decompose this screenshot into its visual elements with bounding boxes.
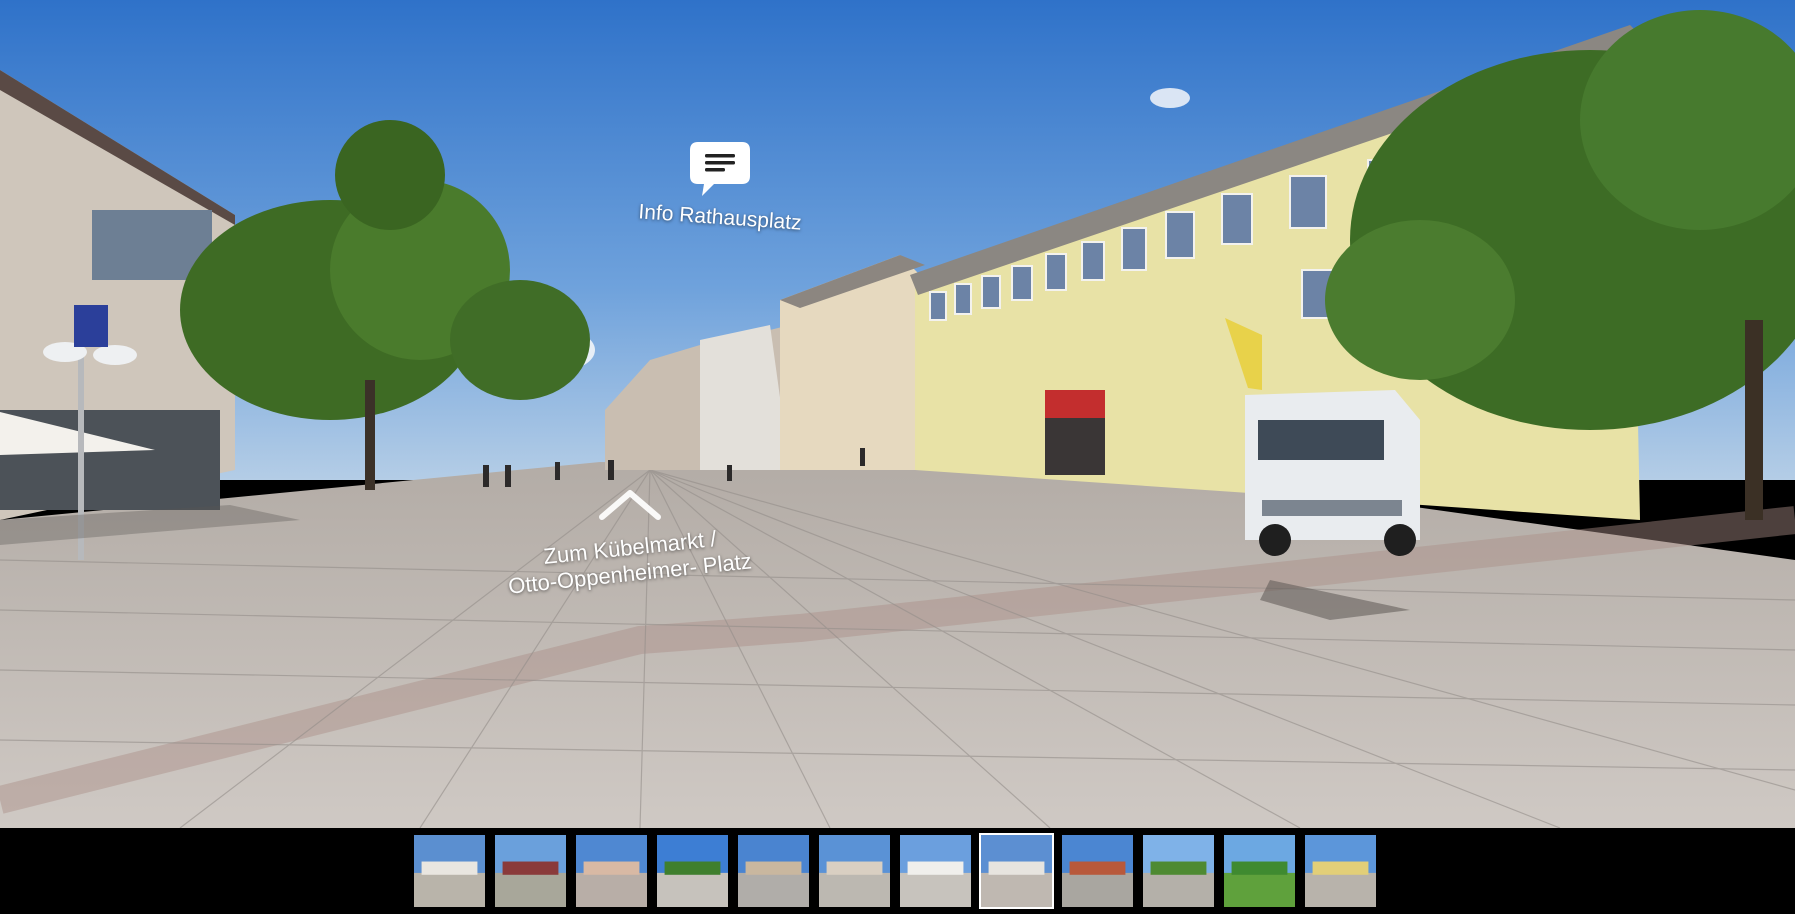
- chevron-up-icon: [599, 490, 661, 520]
- speech-bubble-icon: [690, 142, 750, 196]
- thumbnail-image: [738, 835, 809, 907]
- thumbnail-image: [576, 835, 647, 907]
- thumbnail-image: [495, 835, 566, 907]
- scene-thumbnail-11[interactable]: [1222, 833, 1297, 909]
- scene-thumbnail-5[interactable]: [736, 833, 811, 909]
- thumbnail-image: [657, 835, 728, 907]
- scene-thumbnail-3[interactable]: [574, 833, 649, 909]
- thumbnail-image: [1062, 835, 1133, 907]
- thumbnail-image: [900, 835, 971, 907]
- panorama-scene: [0, 0, 1795, 828]
- navigation-hotspot[interactable]: Zum Kübelmarkt / Otto-Oppenheimer- Platz: [470, 485, 790, 599]
- scene-thumbnail-4[interactable]: [655, 833, 730, 909]
- panorama-viewer[interactable]: Info Rathausplatz Zum Kübelmarkt / Otto-…: [0, 0, 1795, 828]
- scene-thumbnail-1[interactable]: [412, 833, 487, 909]
- thumbnail-image: [1305, 835, 1376, 907]
- scene-thumbnail-12[interactable]: [1303, 833, 1378, 909]
- scene-thumbnail-10[interactable]: [1141, 833, 1216, 909]
- scene-thumbnail-2[interactable]: [493, 833, 568, 909]
- thumbnail-image: [1143, 835, 1214, 907]
- scene-thumbnail-8[interactable]: [979, 833, 1054, 909]
- thumbnail-image: [414, 835, 485, 907]
- thumbnail-image: [1224, 835, 1295, 907]
- scene-thumbnail-7[interactable]: [898, 833, 973, 909]
- scene-thumbnail-6[interactable]: [817, 833, 892, 909]
- scene-filmstrip: [0, 828, 1795, 914]
- scene-thumbnail-9[interactable]: [1060, 833, 1135, 909]
- thumbnail-image: [819, 835, 890, 907]
- thumbnail-image: [981, 835, 1052, 907]
- thumbnail-list: [412, 833, 1378, 909]
- info-hotspot[interactable]: Info Rathausplatz: [620, 140, 820, 235]
